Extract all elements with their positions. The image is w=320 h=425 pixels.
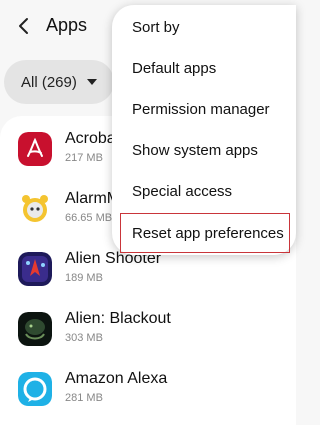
back-arrow-icon	[19, 18, 28, 34]
filter-label: All (269)	[21, 73, 77, 91]
app-size: 189 MB	[65, 272, 103, 284]
app-name: Amazon Alexa	[65, 370, 168, 387]
menu-item-label: Special access	[132, 183, 233, 200]
app-size: 303 MB	[65, 332, 103, 344]
dropdown-arrow-icon	[86, 79, 97, 85]
menu-item-sort-by[interactable]: Sort by	[112, 8, 296, 48]
amazon-alexa-icon	[18, 372, 52, 406]
menu-item-default-apps[interactable]: Default apps	[112, 49, 296, 89]
app-row-amazon-alexa[interactable]: Amazon Alexa 281 MB	[0, 364, 296, 424]
app-size: 217 MB	[65, 152, 103, 164]
menu-item-permission-manager[interactable]: Permission manager	[112, 90, 296, 130]
menu-item-reset-app-preferences[interactable]: Reset app preferences	[120, 213, 290, 253]
page-title: Apps	[46, 15, 88, 35]
menu-item-label: Reset app preferences	[132, 225, 284, 242]
menu-item-label: Show system apps	[132, 142, 258, 159]
menu-item-label: Default apps	[132, 60, 217, 77]
app-name: Alien: Blackout	[65, 310, 171, 327]
app-filter-dropdown[interactable]: All (269)	[4, 60, 114, 104]
back-button[interactable]	[14, 14, 34, 38]
app-size: 281 MB	[65, 392, 103, 404]
app-size: 66.65 MB	[65, 212, 113, 224]
menu-item-label: Sort by	[132, 19, 180, 36]
overflow-menu: Sort by Default apps Permission manager …	[112, 5, 296, 255]
menu-item-label: Permission manager	[132, 101, 270, 118]
alarmmon-icon	[18, 192, 52, 226]
menu-item-special-access[interactable]: Special access	[112, 172, 296, 212]
alien-shooter-icon	[18, 252, 52, 286]
alien-blackout-icon	[18, 312, 52, 346]
app-row-alien-blackout[interactable]: Alien: Blackout 303 MB	[0, 304, 296, 364]
acrobat-icon	[18, 132, 52, 166]
menu-item-show-system-apps[interactable]: Show system apps	[112, 131, 296, 171]
